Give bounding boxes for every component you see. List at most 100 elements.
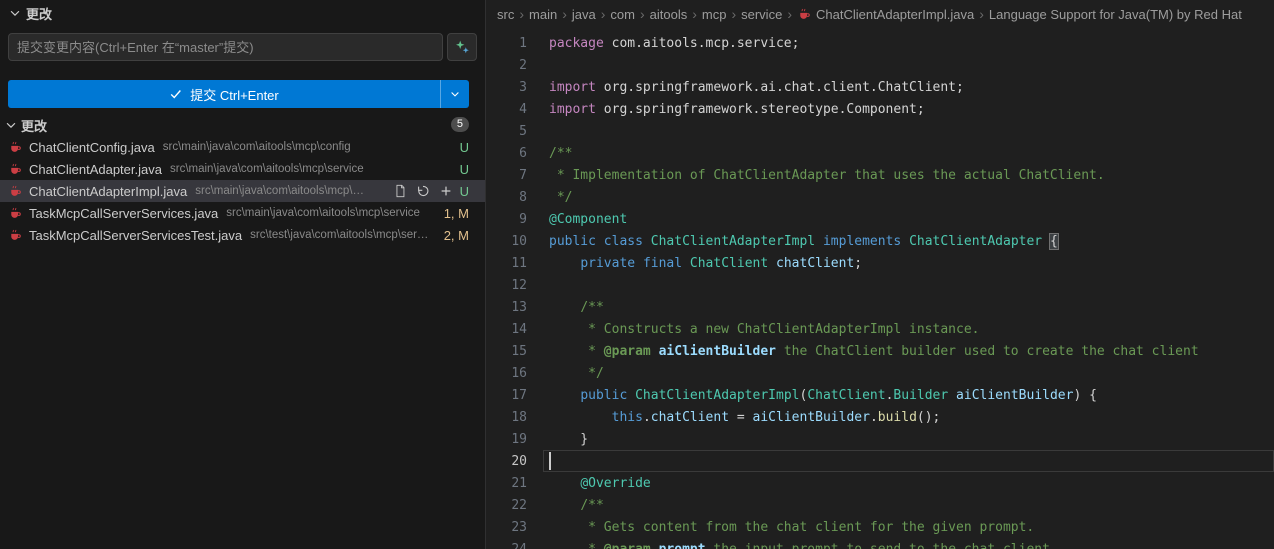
code-token: build [878, 410, 917, 425]
file-row-right: 2, M [438, 228, 469, 243]
code-line-24[interactable]: 24 * @param prompt the input prompt to s… [487, 538, 1274, 549]
line-number[interactable]: 2 [487, 58, 527, 73]
open-file-icon[interactable] [391, 182, 409, 200]
commit-message-input[interactable] [8, 33, 443, 61]
breadcrumb-item[interactable]: Language Support for Java(TM) by Red Hat [989, 7, 1242, 22]
stage-changes-icon[interactable] [437, 182, 455, 200]
code-token: this [612, 410, 643, 425]
code-line-23[interactable]: 23 * Gets content from the chat client f… [487, 516, 1274, 538]
line-number[interactable]: 19 [487, 432, 527, 447]
line-content: @Override [549, 476, 651, 491]
code-editor: src›main›java›com›aitools›mcp›service›Ch… [487, 0, 1274, 549]
java-file-icon [8, 206, 23, 221]
breadcrumb-item[interactable]: java [572, 7, 596, 22]
code-token: @param [604, 344, 651, 359]
code-token: /** [549, 146, 572, 161]
line-number[interactable]: 24 [487, 542, 527, 549]
line-number[interactable]: 11 [487, 256, 527, 271]
line-number[interactable]: 3 [487, 80, 527, 95]
code-line-1[interactable]: 1package com.aitools.mcp.service; [487, 32, 1274, 54]
line-number[interactable]: 1 [487, 36, 527, 51]
breadcrumb-separator: › [601, 6, 606, 22]
code-area[interactable]: 1package com.aitools.mcp.service;23impor… [487, 32, 1274, 549]
line-number[interactable]: 5 [487, 124, 527, 139]
file-path: src\main\java\com\aitools\mcp\… [195, 185, 364, 197]
file-row[interactable]: ChatClientAdapterImpl.javasrc\main\java\… [0, 180, 485, 202]
code-token: the input prompt to send to the chat cli… [706, 542, 1050, 549]
code-token [549, 388, 580, 403]
commit-dropdown-button[interactable] [441, 80, 469, 108]
code-line-12[interactable]: 12 [487, 274, 1274, 296]
line-number[interactable]: 10 [487, 234, 527, 249]
changes-section-title: 更改 [21, 116, 47, 135]
code-line-10[interactable]: 10 public class ChatClientAdapterImpl imp… [487, 230, 1274, 252]
line-content: import org.springframework.ai.chat.clien… [549, 80, 964, 95]
code-token [651, 344, 659, 359]
code-line-5[interactable]: 5 [487, 120, 1274, 142]
line-number[interactable]: 12 [487, 278, 527, 293]
code-line-11[interactable]: 11 private final ChatClient chatClient; [487, 252, 1274, 274]
line-number[interactable]: 6 [487, 146, 527, 161]
code-line-22[interactable]: 22 /** [487, 494, 1274, 516]
sparkle-icon [454, 39, 470, 55]
line-number[interactable]: 22 [487, 498, 527, 513]
breadcrumb-item[interactable]: mcp [702, 7, 727, 22]
file-row[interactable]: ChatClientConfig.javasrc\main\java\com\a… [0, 136, 485, 158]
line-number[interactable]: 23 [487, 520, 527, 535]
code-line-20[interactable]: 20 [487, 450, 1274, 472]
breadcrumb-item[interactable]: aitools [650, 7, 688, 22]
discard-changes-icon[interactable] [414, 182, 432, 200]
line-number[interactable]: 13 [487, 300, 527, 315]
code-token: final [643, 256, 682, 271]
breadcrumb-item-label: mcp [702, 7, 727, 22]
breadcrumb-item[interactable]: service [741, 7, 782, 22]
file-path: src\main\java\com\aitools\mcp\service [226, 207, 420, 219]
breadcrumb-item[interactable]: com [610, 7, 635, 22]
code-line-16[interactable]: 16 */ [487, 362, 1274, 384]
code-line-14[interactable]: 14 * Constructs a new ChatClientAdapterI… [487, 318, 1274, 340]
code-line-8[interactable]: 8 */ [487, 186, 1274, 208]
breadcrumb-separator: › [979, 6, 984, 22]
line-number[interactable]: 18 [487, 410, 527, 425]
code-token: aiClientBuilder [753, 410, 870, 425]
file-row[interactable]: TaskMcpCallServerServices.javasrc\main\j… [0, 202, 485, 224]
line-number[interactable]: 17 [487, 388, 527, 403]
line-number[interactable]: 15 [487, 344, 527, 359]
file-row[interactable]: TaskMcpCallServerServicesTest.javasrc\te… [0, 224, 485, 246]
line-content: public class ChatClientAdapterImpl imple… [549, 234, 1058, 249]
code-token [549, 256, 580, 271]
commit-button[interactable]: 提交 Ctrl+Enter [8, 80, 441, 108]
breadcrumb-item[interactable]: ChatClientAdapterImpl.java [797, 7, 974, 22]
line-number[interactable]: 21 [487, 476, 527, 491]
code-line-18[interactable]: 18 this.chatClient = aiClientBuilder.bui… [487, 406, 1274, 428]
breadcrumb-item[interactable]: main [529, 7, 557, 22]
code-line-17[interactable]: 17 public ChatClientAdapterImpl(ChatClie… [487, 384, 1274, 406]
line-number[interactable]: 7 [487, 168, 527, 183]
code-token: ChatClient [690, 256, 768, 271]
code-line-7[interactable]: 7 * Implementation of ChatClientAdapter … [487, 164, 1274, 186]
code-token [635, 256, 643, 271]
line-number[interactable]: 4 [487, 102, 527, 117]
code-line-2[interactable]: 2 [487, 54, 1274, 76]
line-number[interactable]: 8 [487, 190, 527, 205]
code-token [1042, 234, 1050, 249]
code-line-9[interactable]: 9@Component [487, 208, 1274, 230]
code-line-21[interactable]: 21 @Override [487, 472, 1274, 494]
code-token: ChatClientAdapterImpl [651, 234, 815, 249]
generate-commit-message-button[interactable] [447, 33, 477, 61]
changes-section-header[interactable]: 更改 5 [0, 114, 485, 136]
scm-panel-header[interactable]: 更改 [0, 0, 485, 26]
chevron-down-icon [8, 6, 22, 20]
code-line-19[interactable]: 19 } [487, 428, 1274, 450]
code-line-13[interactable]: 13 /** [487, 296, 1274, 318]
code-line-3[interactable]: 3 import org.springframework.ai.chat.clie… [487, 76, 1274, 98]
line-number[interactable]: 9 [487, 212, 527, 227]
code-line-6[interactable]: 6 /** [487, 142, 1274, 164]
code-line-4[interactable]: 4import org.springframework.stereotype.C… [487, 98, 1274, 120]
line-number[interactable]: 20 [487, 454, 527, 469]
file-row[interactable]: ChatClientAdapter.javasrc\main\java\com\… [0, 158, 485, 180]
code-line-15[interactable]: 15 * @param aiClientBuilder the ChatClie… [487, 340, 1274, 362]
breadcrumb-item[interactable]: src [497, 7, 514, 22]
line-number[interactable]: 14 [487, 322, 527, 337]
line-number[interactable]: 16 [487, 366, 527, 381]
